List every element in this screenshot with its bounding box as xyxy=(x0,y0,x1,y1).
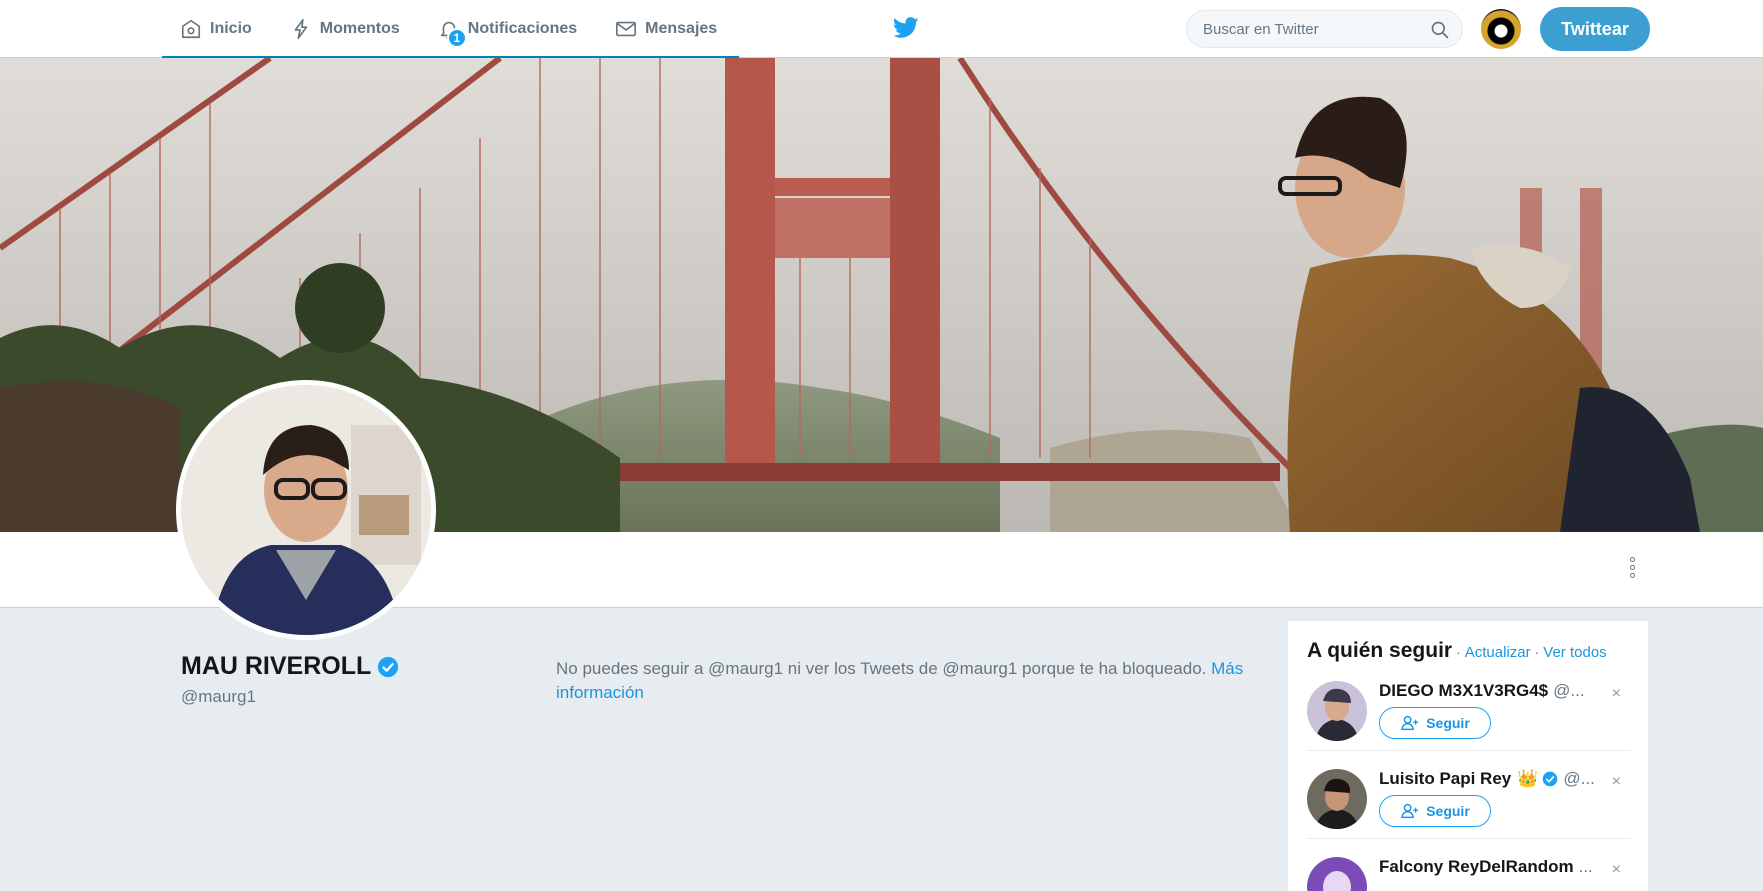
list-item: Luisito Papi Rey 👑 @... Seguir × xyxy=(1307,751,1631,839)
profile-avatar[interactable] xyxy=(176,380,436,640)
who-to-follow-module: A quién seguir · Actualizar · Ver todos … xyxy=(1288,621,1648,891)
crown-emoji: 👑 xyxy=(1517,769,1539,788)
more-options-button[interactable] xyxy=(1622,552,1642,582)
avatar-image xyxy=(1307,769,1367,829)
dismiss-button[interactable]: × xyxy=(1612,773,1621,791)
verified-badge-icon xyxy=(378,656,399,677)
list-item: Falcony ReyDelRandom ... × xyxy=(1307,839,1631,891)
account-info: Luisito Papi Rey 👑 @... Seguir xyxy=(1379,769,1611,827)
nav-messages-label: Mensajes xyxy=(645,20,718,37)
follow-label: Seguir xyxy=(1426,715,1470,731)
search-box xyxy=(1186,10,1463,48)
avatar[interactable] xyxy=(1307,769,1367,829)
nav-notifications[interactable]: 1 Notificaciones xyxy=(420,0,597,58)
add-user-icon xyxy=(1401,803,1419,819)
follow-button[interactable]: Seguir xyxy=(1379,707,1491,739)
notification-badge: 1 xyxy=(446,28,467,48)
blocked-message: No puedes seguir a @maurg1 ni ver los Tw… xyxy=(556,657,1272,705)
nav-home-label: Inicio xyxy=(210,20,252,37)
top-navigation-bar: Inicio Momentos 1 Notificaciones Mensaje… xyxy=(0,0,1763,58)
account-info: DIEGO M3X1V3RG4$ @... Seguir xyxy=(1379,681,1611,739)
verified-badge-icon xyxy=(1543,771,1558,787)
nav-underline xyxy=(162,56,739,58)
follow-button[interactable]: Seguir xyxy=(1379,795,1491,827)
profile-photo xyxy=(181,385,431,635)
dot-icon xyxy=(1629,572,1635,578)
who-to-follow-header: A quién seguir · Actualizar · Ver todos xyxy=(1307,639,1631,663)
follow-label: Seguir xyxy=(1426,803,1470,819)
lightning-icon xyxy=(294,19,308,39)
profile-handle[interactable]: @maurg1 xyxy=(181,687,399,707)
account-name-row[interactable]: Falcony ReyDelRandom ... xyxy=(1379,857,1611,877)
avatar[interactable] xyxy=(1307,681,1367,741)
profile-name-block: MAU RIVEROLL @maurg1 xyxy=(181,652,399,707)
account-name: Luisito Papi Rey xyxy=(1379,769,1512,788)
avatar-image xyxy=(1307,857,1367,891)
list-item: DIEGO M3X1V3RG4$ @... Seguir × xyxy=(1307,663,1631,751)
refresh-link[interactable]: Actualizar xyxy=(1465,644,1531,661)
account-avatar[interactable] xyxy=(1481,9,1521,49)
main-nav: Inicio Momentos 1 Notificaciones Mensaje… xyxy=(162,0,737,58)
profile-name-row: MAU RIVEROLL xyxy=(181,652,399,681)
nav-messages[interactable]: Mensajes xyxy=(597,0,737,58)
account-name-row[interactable]: DIEGO M3X1V3RG4$ @... xyxy=(1379,681,1611,701)
nav-moments[interactable]: Momentos xyxy=(272,0,420,58)
account-name-row[interactable]: Luisito Papi Rey 👑 @... xyxy=(1379,769,1611,789)
nav-home[interactable]: Inicio xyxy=(162,0,272,58)
search-icon xyxy=(1431,21,1449,39)
dismiss-button[interactable]: × xyxy=(1612,685,1621,703)
blocked-text: No puedes seguir a @maurg1 ni ver los Tw… xyxy=(556,659,1207,678)
account-name: DIEGO M3X1V3RG4$ xyxy=(1379,681,1549,700)
nav-notifications-label: Notificaciones xyxy=(467,20,578,37)
avatar[interactable] xyxy=(1307,857,1367,891)
account-handle: @... xyxy=(1563,769,1595,788)
dismiss-button[interactable]: × xyxy=(1612,861,1621,879)
avatar-image xyxy=(1307,681,1367,741)
account-info: Falcony ReyDelRandom ... xyxy=(1379,857,1611,877)
dot-icon xyxy=(1629,556,1635,562)
dot-icon xyxy=(1629,564,1635,570)
envelope-icon xyxy=(616,21,637,37)
search-input[interactable] xyxy=(1203,20,1423,38)
nav-moments-label: Momentos xyxy=(319,20,400,37)
account-name: Falcony ReyDelRandom xyxy=(1379,857,1574,876)
home-icon xyxy=(181,19,201,39)
separator: · xyxy=(1534,644,1540,660)
name-decorations: 👑 xyxy=(1517,769,1558,789)
twitter-bird-icon[interactable] xyxy=(893,17,919,39)
separator: · xyxy=(1456,644,1461,660)
add-user-icon xyxy=(1401,715,1419,731)
search-button[interactable] xyxy=(1430,20,1450,45)
who-to-follow-title: A quién seguir xyxy=(1307,639,1453,662)
tweet-button[interactable]: Twittear xyxy=(1540,7,1650,51)
account-handle: ... xyxy=(1578,857,1593,876)
account-handle: @... xyxy=(1553,681,1585,700)
view-all-link[interactable]: Ver todos xyxy=(1543,644,1606,661)
profile-name[interactable]: MAU RIVEROLL xyxy=(181,652,371,681)
bell-wrapper: 1 xyxy=(438,18,468,48)
